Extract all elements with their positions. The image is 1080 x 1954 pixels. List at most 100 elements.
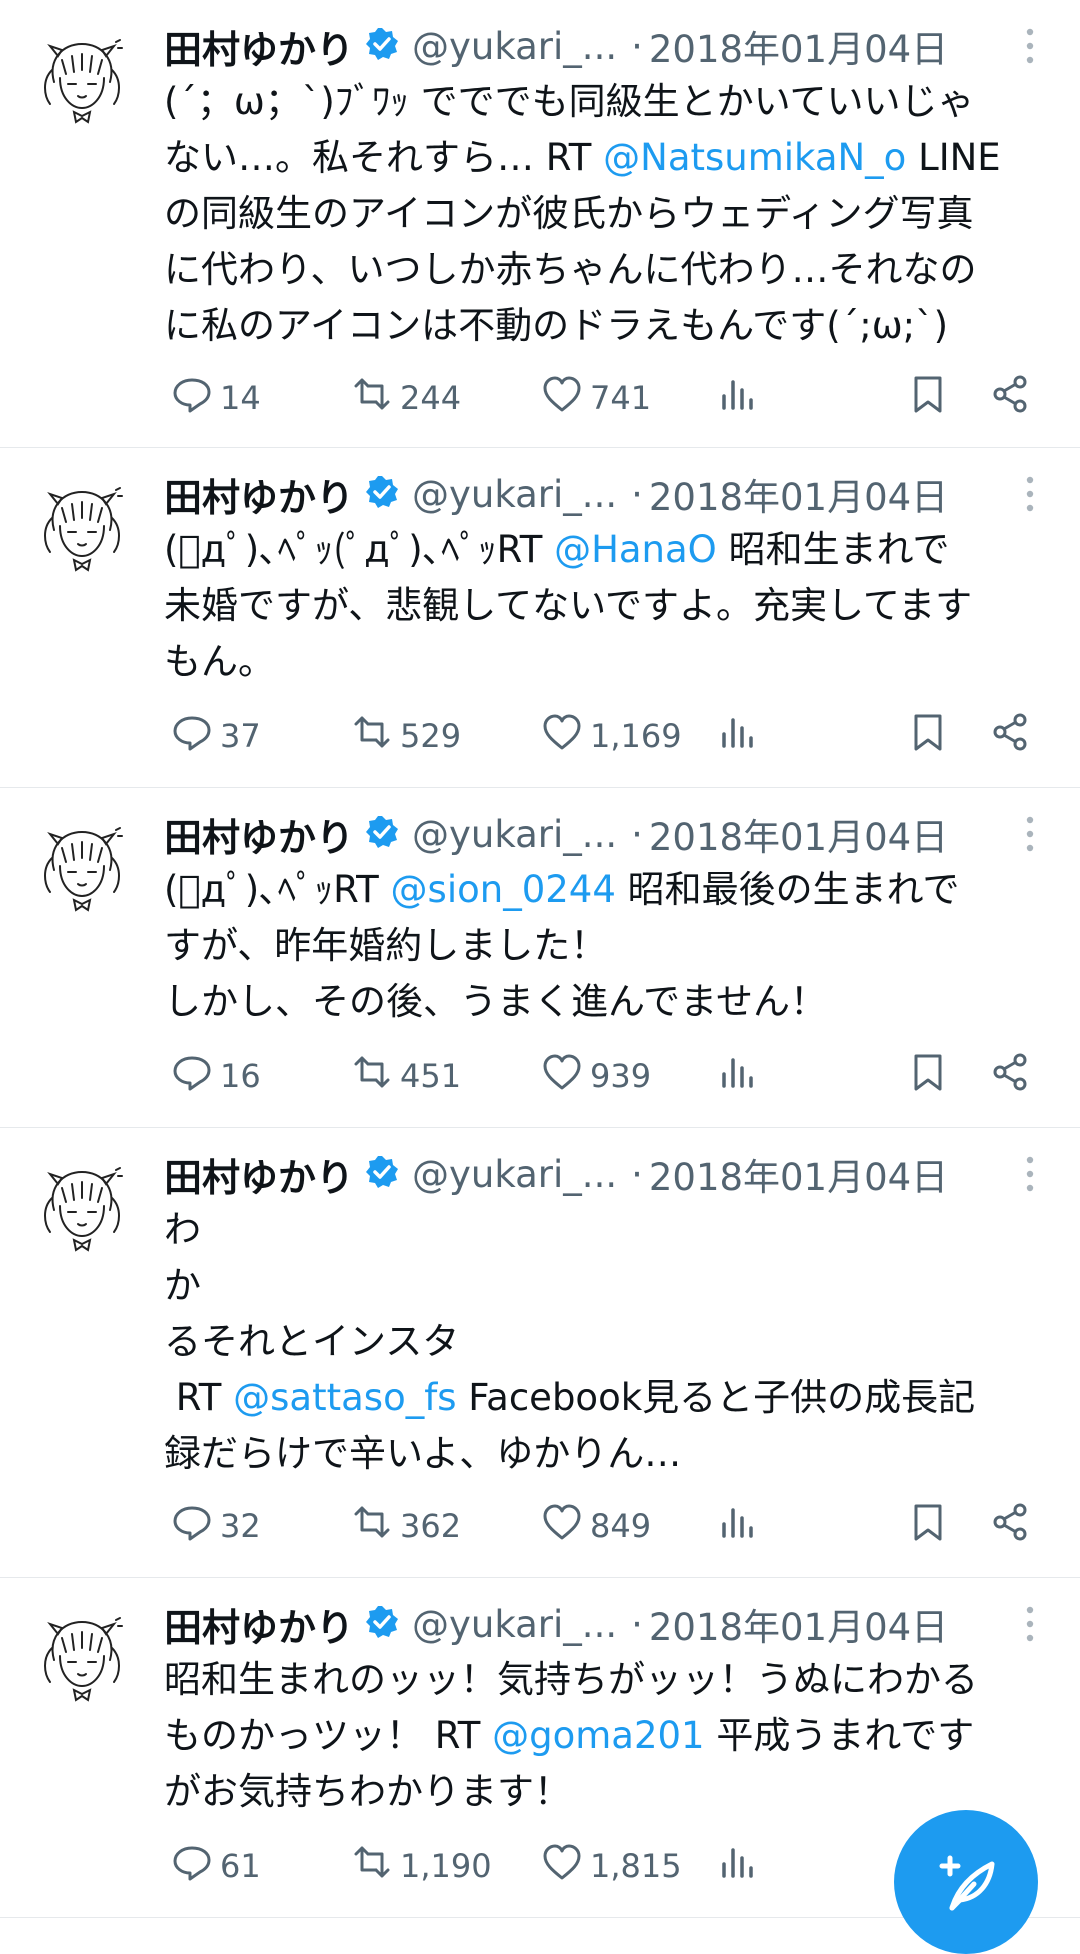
share-button[interactable] xyxy=(982,706,1032,766)
like-button[interactable]: 741 xyxy=(534,368,651,428)
reply-icon xyxy=(170,1500,214,1552)
tweet-actions: 37 529 1,169 xyxy=(164,706,1040,766)
mention-link[interactable]: @HanaO xyxy=(554,528,717,571)
tweet-text-line: (ﾟдﾟ)､ﾍﾟｯ(ﾟдﾟ)､ﾍﾟｯRT @HanaO 昭和生まれで xyxy=(164,522,1044,578)
text-segment: 未婚ですが、悲観してないですよ。充実してます xyxy=(164,584,973,627)
tweet-date[interactable]: 2018年01月04日 xyxy=(649,467,948,521)
more-vertical-icon[interactable] xyxy=(1020,472,1040,516)
tweet-card[interactable]: 田村ゆかり @yukari_... · 2018年01月04日 (ﾟдﾟ)､ﾍﾟｯRT … xyxy=(0,788,1080,1128)
mention-link[interactable]: @NatsumikaN_o xyxy=(603,136,906,179)
mention-link[interactable]: @sion_0244 xyxy=(391,868,616,911)
tweet-date[interactable]: 2018年01月04日 xyxy=(649,807,948,861)
author-name[interactable]: 田村ゆかり xyxy=(164,1597,354,1652)
retweet-button[interactable]: 451 xyxy=(344,1046,461,1106)
bookmark-icon xyxy=(906,1500,950,1552)
verified-badge-icon xyxy=(354,26,412,66)
reply-icon xyxy=(170,372,214,424)
views-icon xyxy=(716,1500,760,1552)
author-handle[interactable]: @yukari_... xyxy=(412,473,617,516)
retweet-count: 451 xyxy=(400,1057,462,1095)
text-segment: しかし、その後、うまく進んでません！ xyxy=(164,980,828,1023)
author-handle[interactable]: @yukari_... xyxy=(412,25,617,68)
like-count: 1,169 xyxy=(590,717,682,755)
reply-count: 14 xyxy=(220,379,261,417)
author-handle[interactable]: @yukari_... xyxy=(412,813,617,856)
tweet-card[interactable]: 田村ゆかり @yukari_... · 2018年01月04日 (ﾟдﾟ)､ﾍﾟｯ(ﾟд… xyxy=(0,448,1080,788)
tweet-text-line: 昭和生まれのッッ！気持ちがッッ！うぬにわかる xyxy=(164,1652,1044,1708)
more-vertical-icon[interactable] xyxy=(1020,1152,1040,1196)
reply-button[interactable]: 61 xyxy=(164,1836,261,1896)
author-handle[interactable]: @yukari_... xyxy=(412,1153,617,1196)
retweet-button[interactable]: 362 xyxy=(344,1496,461,1556)
more-vertical-icon[interactable] xyxy=(1020,1602,1040,1646)
views-icon xyxy=(716,1050,760,1102)
like-icon xyxy=(540,1840,584,1892)
more-vertical-icon[interactable] xyxy=(1020,812,1040,856)
text-segment: 昭和生まれのッッ！気持ちがッッ！うぬにわかる xyxy=(164,1658,978,1701)
bookmark-button[interactable] xyxy=(900,368,950,428)
avatar[interactable] xyxy=(32,1608,132,1708)
share-button[interactable] xyxy=(982,1496,1032,1556)
like-button[interactable]: 939 xyxy=(534,1046,651,1106)
avatar[interactable] xyxy=(32,30,132,130)
more-vertical-icon[interactable] xyxy=(1020,24,1040,68)
text-segment: RT xyxy=(164,1376,234,1419)
tweet-date[interactable]: 2018年01月04日 xyxy=(649,1147,948,1201)
author-name[interactable]: 田村ゆかり xyxy=(164,19,354,74)
author-name[interactable]: 田村ゆかり xyxy=(164,807,354,862)
compose-tweet-button[interactable] xyxy=(894,1810,1038,1954)
verified-badge-icon xyxy=(354,1154,412,1194)
retweet-count: 244 xyxy=(400,379,462,417)
reply-button[interactable]: 16 xyxy=(164,1046,261,1106)
retweet-button[interactable]: 529 xyxy=(344,706,461,766)
retweet-button[interactable]: 1,190 xyxy=(344,1836,492,1896)
tweet-actions: 16 451 939 xyxy=(164,1046,1040,1106)
mention-link[interactable]: @sattaso_fs xyxy=(233,1376,456,1419)
tweet-text-line: ものかっツッ！ RT @goma201 平成うまれです xyxy=(164,1708,1044,1764)
share-button[interactable] xyxy=(982,368,1032,428)
like-count: 939 xyxy=(590,1057,652,1095)
text-segment: 昭和最後の生まれで xyxy=(615,868,960,911)
views-button[interactable] xyxy=(710,1046,760,1106)
tweet-card[interactable]: 田村ゆかり @yukari_... · 2018年01月04日わかるそれとインスタ R… xyxy=(0,1128,1080,1578)
like-button[interactable]: 1,169 xyxy=(534,706,682,766)
avatar[interactable] xyxy=(32,818,132,918)
reply-button[interactable]: 32 xyxy=(164,1496,261,1556)
header-separator: · xyxy=(631,472,643,516)
views-icon xyxy=(716,1840,760,1892)
tweet-card[interactable]: 田村ゆかり @yukari_... · 2018年01月04日 (´；ω；`)ﾌﾞﾜｯ … xyxy=(0,0,1080,448)
bookmark-icon xyxy=(906,710,950,762)
author-name[interactable]: 田村ゆかり xyxy=(164,467,354,522)
verified-badge-icon xyxy=(354,814,412,854)
share-button[interactable] xyxy=(982,1046,1032,1106)
like-button[interactable]: 1,815 xyxy=(534,1836,682,1896)
views-button[interactable] xyxy=(710,706,760,766)
tweet-text-line: わ xyxy=(164,1202,1044,1258)
like-button[interactable]: 849 xyxy=(534,1496,651,1556)
reply-button[interactable]: 14 xyxy=(164,368,261,428)
retweet-button[interactable]: 244 xyxy=(344,368,461,428)
mention-link[interactable]: @goma201 xyxy=(492,1714,704,1757)
author-handle[interactable]: @yukari_... xyxy=(412,1603,617,1646)
author-name[interactable]: 田村ゆかり xyxy=(164,1147,354,1202)
tweet-actions: 32 362 849 xyxy=(164,1496,1040,1556)
header-separator: · xyxy=(631,812,643,856)
bookmark-button[interactable] xyxy=(900,1046,950,1106)
reply-button[interactable]: 37 xyxy=(164,706,261,766)
tweet-header: 田村ゆかり @yukari_... · 2018年01月04日 xyxy=(164,1596,1040,1652)
bookmark-button[interactable] xyxy=(900,706,950,766)
like-icon xyxy=(540,1500,584,1552)
views-button[interactable] xyxy=(710,1836,760,1896)
retweet-count: 529 xyxy=(400,717,462,755)
compose-icon xyxy=(939,1855,995,1911)
tweet-date[interactable]: 2018年01月04日 xyxy=(649,1597,948,1651)
text-segment: ものかっツッ！ RT xyxy=(164,1714,493,1757)
views-button[interactable] xyxy=(710,1496,760,1556)
header-separator: · xyxy=(631,1602,643,1646)
views-button[interactable] xyxy=(710,368,760,428)
avatar[interactable] xyxy=(32,478,132,578)
views-icon xyxy=(716,372,760,424)
avatar[interactable] xyxy=(32,1158,132,1258)
tweet-date[interactable]: 2018年01月04日 xyxy=(649,19,948,73)
bookmark-button[interactable] xyxy=(900,1496,950,1556)
